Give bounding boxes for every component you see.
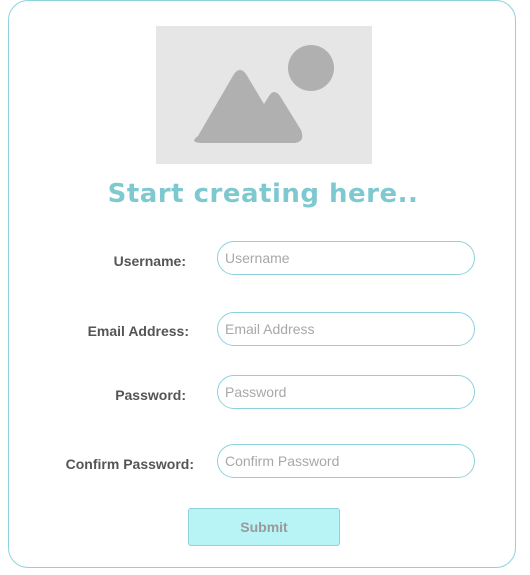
hero-image-placeholder [156, 26, 372, 164]
username-label: Username: [113, 253, 186, 269]
email-label: Email Address: [87, 323, 189, 339]
password-input[interactable] [217, 375, 475, 409]
email-input[interactable] [217, 312, 475, 346]
confirm-password-input[interactable] [217, 444, 475, 478]
confirm-password-label: Confirm Password: [65, 456, 194, 472]
username-input[interactable] [217, 241, 475, 275]
page-title: Start creating here.. [107, 179, 419, 209]
image-placeholder-icon [194, 45, 334, 143]
signup-card: Start creating here.. Username: Email Ad… [8, 0, 516, 568]
submit-button[interactable]: Submit [188, 508, 340, 546]
password-label: Password: [115, 387, 186, 403]
